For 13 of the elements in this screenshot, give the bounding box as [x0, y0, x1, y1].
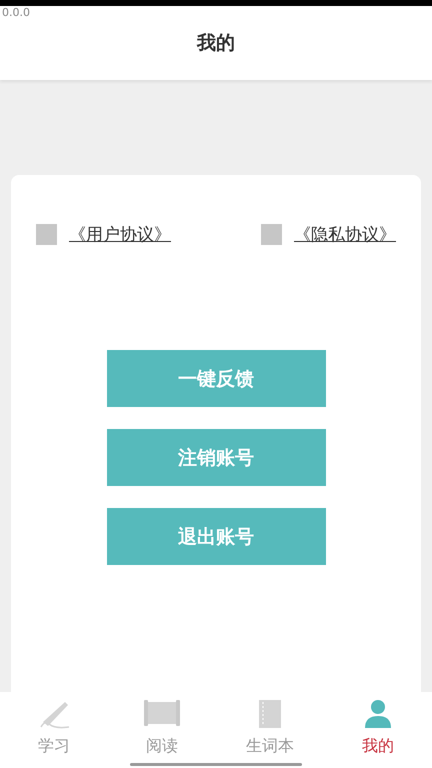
- agreement-link[interactable]: 《隐私协议》: [294, 223, 396, 246]
- action-button[interactable]: 退出账号: [106, 508, 326, 565]
- agreement-link[interactable]: 《用户协议》: [69, 223, 171, 246]
- action-button[interactable]: 注销账号: [106, 429, 326, 486]
- tab[interactable]: 我的: [324, 692, 432, 768]
- tab[interactable]: 阅读: [108, 692, 216, 768]
- action-button[interactable]: 一键反馈: [106, 350, 326, 407]
- page-title: 我的: [197, 31, 235, 56]
- version-label: 0.0.0: [2, 6, 30, 20]
- checkbox[interactable]: [261, 224, 282, 245]
- checkbox[interactable]: [36, 224, 57, 245]
- tab[interactable]: 学习: [0, 692, 108, 768]
- tab[interactable]: 生词本: [216, 692, 324, 768]
